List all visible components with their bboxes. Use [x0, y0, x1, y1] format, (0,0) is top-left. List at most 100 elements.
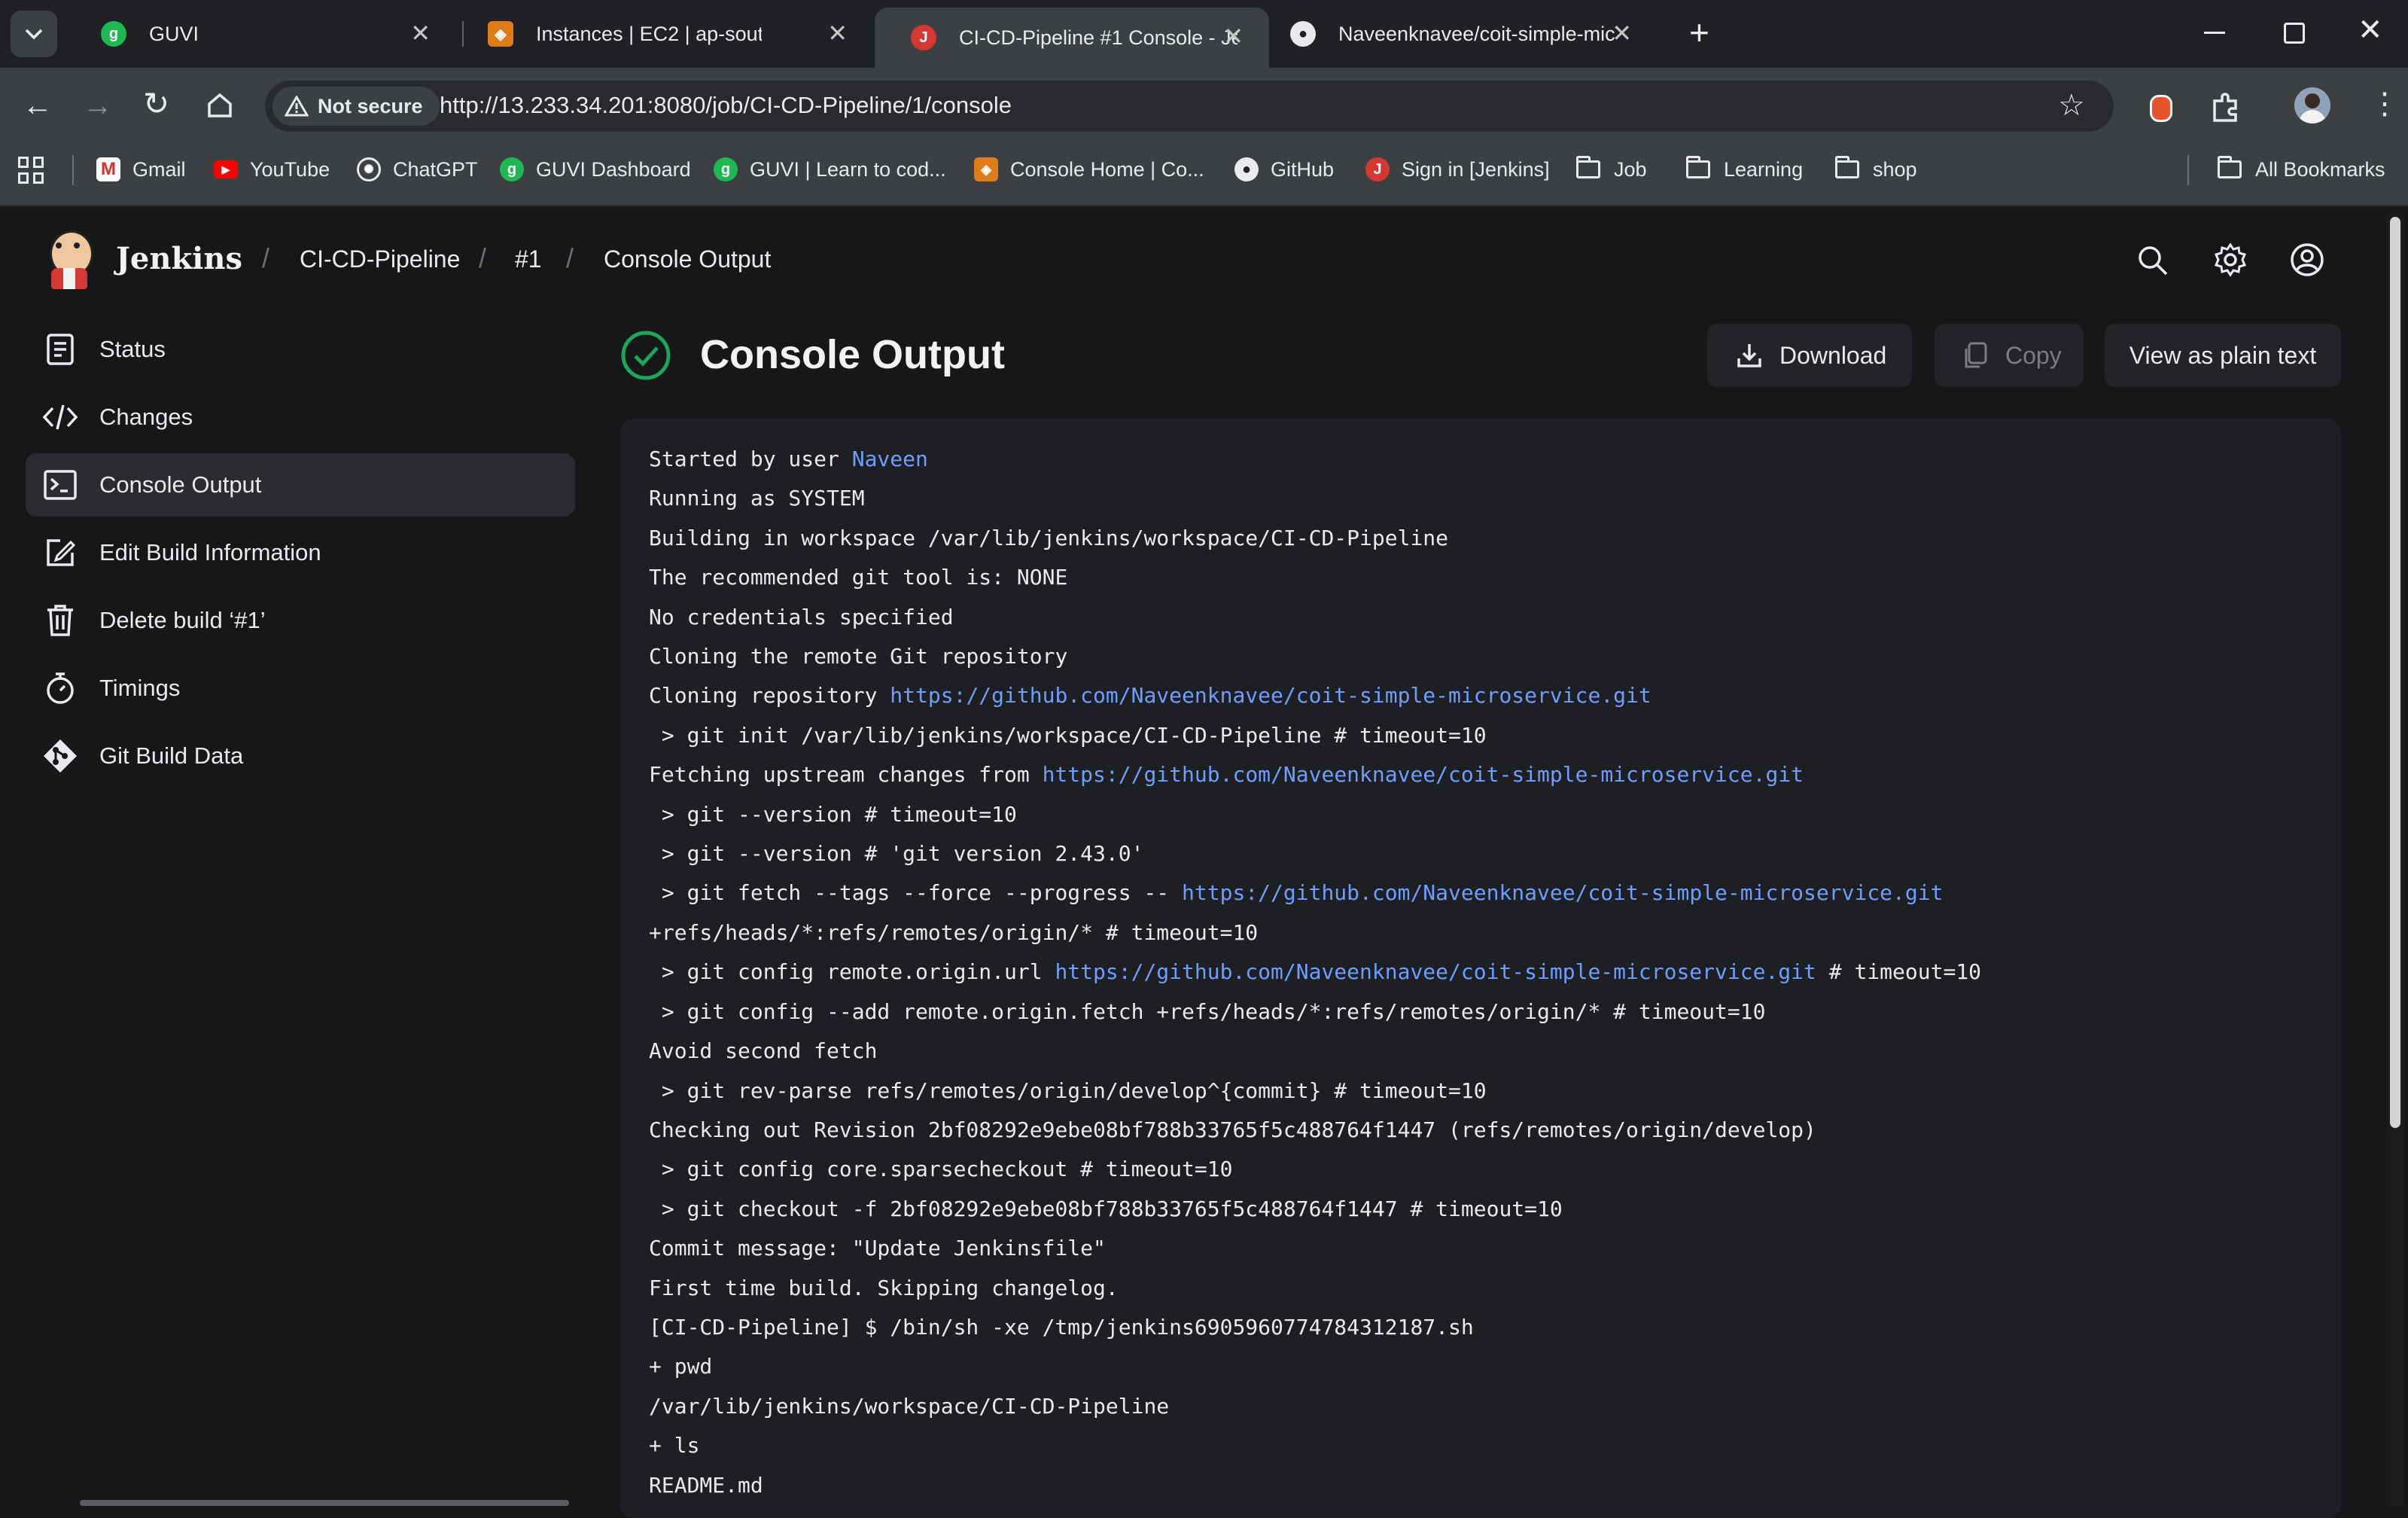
console-link[interactable]: https://github.com/Naveenknavee/coit-sim… — [890, 683, 1651, 708]
minimize-button[interactable] — [2204, 32, 2225, 34]
jenkins-logo[interactable] — [45, 230, 93, 289]
console-log: Started by user Naveen Running as SYSTEM B… — [620, 419, 2341, 1505]
breadcrumb-current[interactable]: Console Output — [604, 245, 771, 273]
gear-icon[interactable] — [2213, 242, 2248, 281]
bookmark-jenkins[interactable]: J Sign in [Jenkins] — [1365, 154, 1550, 184]
close-icon[interactable]: ✕ — [1223, 24, 1244, 48]
bookmark-label: shop — [1873, 157, 1917, 181]
apps-icon[interactable] — [18, 157, 45, 184]
console-line: > git config --add remote.origin.fetch +… — [649, 992, 2341, 1032]
copy-button[interactable]: Copy — [1935, 324, 2084, 387]
extension-icon[interactable] — [2150, 95, 2172, 122]
console-line: +refs/heads/*:refs/remotes/origin/* # ti… — [649, 913, 2341, 953]
puzzle-icon[interactable] — [2210, 92, 2242, 127]
github-icon: ● — [1234, 157, 1259, 181]
close-icon[interactable]: ✕ — [827, 21, 848, 45]
sidebar-item-timings[interactable]: Timings — [26, 657, 575, 720]
scrollbar-thumb[interactable] — [2390, 217, 2400, 1128]
console-text: Cloning repository — [649, 683, 890, 709]
sidebar-item-git-build-data[interactable]: Git Build Data — [26, 724, 575, 788]
sidebar-item-label: Timings — [99, 675, 181, 701]
console-text: Building in workspace /var/lib/jenkins/w… — [649, 525, 1449, 550]
browser-tab[interactable]: ● Naveenknavee/coit-simple-mic ✕ — [1254, 8, 1658, 60]
url-text[interactable]: http://13.233.34.201:8080/job/CI-CD-Pipe… — [440, 92, 1012, 119]
console-text: Fetching upstream changes from — [649, 762, 1043, 788]
bookmark-folder-learning[interactable]: Learning — [1686, 154, 1803, 184]
console-link[interactable]: https://github.com/Naveenknavee/coit-sim… — [1043, 762, 1804, 787]
sidebar-item-edit-build-information[interactable]: Edit Build Information — [26, 521, 575, 584]
bookmark-youtube[interactable]: ▶ YouTube — [214, 154, 330, 184]
console-text: Started by user — [649, 447, 852, 471]
sidebar-horizontal-scrollbar[interactable] — [80, 1500, 569, 1506]
browser-tab-active[interactable]: J CI-CD-Pipeline #1 Console - Jen ✕ — [875, 8, 1269, 68]
tab-title: Instances | EC2 | ap-south-1 — [536, 22, 762, 45]
console-line: Commit message: "Update Jenkinsfile" — [649, 1229, 2341, 1268]
console-text: > git fetch --tags --force --progress -- — [649, 880, 1183, 906]
profile-avatar[interactable] — [2294, 87, 2330, 123]
breadcrumb-separator: / — [262, 242, 270, 273]
chatgpt-icon: ✺ — [357, 157, 381, 181]
console-link[interactable]: Naveen — [852, 447, 928, 471]
forward-button[interactable]: → — [83, 90, 113, 120]
console-text: > git config --add remote.origin.fetch +… — [649, 998, 1766, 1024]
sidebar-item-changes[interactable]: Changes — [26, 386, 575, 449]
address-bar[interactable]: Not secure http://13.233.34.201:8080/job… — [265, 81, 2114, 132]
console-text: > git --version # 'git version 2.43.0' — [649, 841, 1144, 867]
console-line: README.md — [649, 1466, 2341, 1505]
bookmark-chatgpt[interactable]: ✺ ChatGPT — [357, 154, 478, 184]
new-tab-button[interactable]: + — [1689, 14, 1709, 51]
console-line: The recommended git tool is: NONE — [649, 558, 2341, 597]
bookmark-gmail[interactable]: M Gmail — [96, 154, 186, 184]
bookmark-folder-job[interactable]: Job — [1576, 154, 1647, 184]
home-button[interactable] — [205, 90, 235, 124]
sidebar-item-label: Delete build ‘#1’ — [99, 607, 266, 633]
restore-button[interactable] — [2284, 23, 2305, 44]
guvi-icon: g — [714, 157, 738, 181]
browser-tab[interactable]: ◈ Instances | EC2 | ap-south-1 ✕ — [452, 8, 873, 60]
breadcrumb-build[interactable]: #1 — [515, 245, 542, 273]
sidebar-item-console-output[interactable]: Console Output — [26, 453, 575, 517]
console-text: +refs/heads/*:refs/remotes/origin/* # ti… — [649, 919, 1259, 945]
breadcrumb-job[interactable]: CI-CD-Pipeline — [300, 245, 460, 273]
console-text: > git rev-parse refs/remotes/origin/deve… — [649, 1078, 1487, 1103]
bookmark-console-home[interactable]: ◈ Console Home | Co... — [974, 154, 1204, 184]
console-link[interactable]: https://github.com/Naveenknavee/coit-sim… — [1182, 880, 1943, 905]
console-line: Started by user Naveen — [649, 440, 2341, 479]
close-icon[interactable]: ✕ — [1612, 21, 1632, 45]
reload-button[interactable]: ↻ — [143, 88, 169, 120]
sidebar-item-status[interactable]: Status — [26, 318, 575, 381]
user-account-icon[interactable] — [2290, 242, 2324, 281]
page-scrollbar[interactable] — [2386, 212, 2404, 1506]
bookmarks-divider — [2187, 155, 2189, 185]
console-text: > git init /var/lib/jenkins/workspace/CI… — [649, 722, 1487, 748]
console-line: > git checkout -f 2bf08292e9ebe08bf788b3… — [649, 1190, 2341, 1229]
security-chip[interactable]: Not secure — [272, 87, 440, 126]
console-link[interactable]: https://github.com/Naveenknavee/coit-sim… — [1055, 959, 1816, 984]
close-icon[interactable]: ✕ — [410, 21, 431, 45]
tab-search-button[interactable] — [11, 11, 57, 57]
star-icon[interactable]: ☆ — [2058, 88, 2085, 123]
console-text: > git config core.sparsecheckout # timeo… — [649, 1157, 1233, 1182]
browser-menu-icon[interactable]: ⋮ — [2370, 89, 2400, 119]
folder-icon — [2218, 156, 2242, 178]
jenkins-brand[interactable]: Jenkins — [116, 241, 242, 276]
download-button[interactable]: Download — [1707, 324, 1912, 387]
console-line: Checking out Revision 2bf08292e9ebe08bf7… — [649, 1111, 2341, 1150]
bookmark-label: Gmail — [132, 157, 186, 181]
console-text: + pwd — [649, 1354, 713, 1379]
console-text: > git config remote.origin.url — [649, 959, 1055, 985]
all-bookmarks-button[interactable]: All Bookmarks — [2218, 154, 2385, 184]
sidebar-item-delete-build[interactable]: Delete build ‘#1’ — [26, 589, 575, 652]
console-line: Cloning the remote Git repository — [649, 637, 2341, 676]
back-button[interactable]: ← — [23, 90, 53, 120]
console-text: First time build. Skipping changelog. — [649, 1275, 1119, 1300]
search-icon[interactable] — [2136, 244, 2169, 281]
bookmark-github[interactable]: ● GitHub — [1234, 154, 1334, 184]
bookmark-folder-shop[interactable]: shop — [1835, 154, 1917, 184]
browser-tab[interactable]: g GUVI ✕ — [65, 8, 456, 60]
bookmark-guvi-learn[interactable]: g GUVI | Learn to cod... — [714, 154, 946, 184]
console-line: Avoid second fetch — [649, 1032, 2341, 1071]
bookmark-guvi-dashboard[interactable]: g GUVI Dashboard — [500, 154, 691, 184]
view-plain-text-button[interactable]: View as plain text — [2105, 324, 2341, 387]
close-window-button[interactable]: ✕ — [2358, 14, 2383, 47]
